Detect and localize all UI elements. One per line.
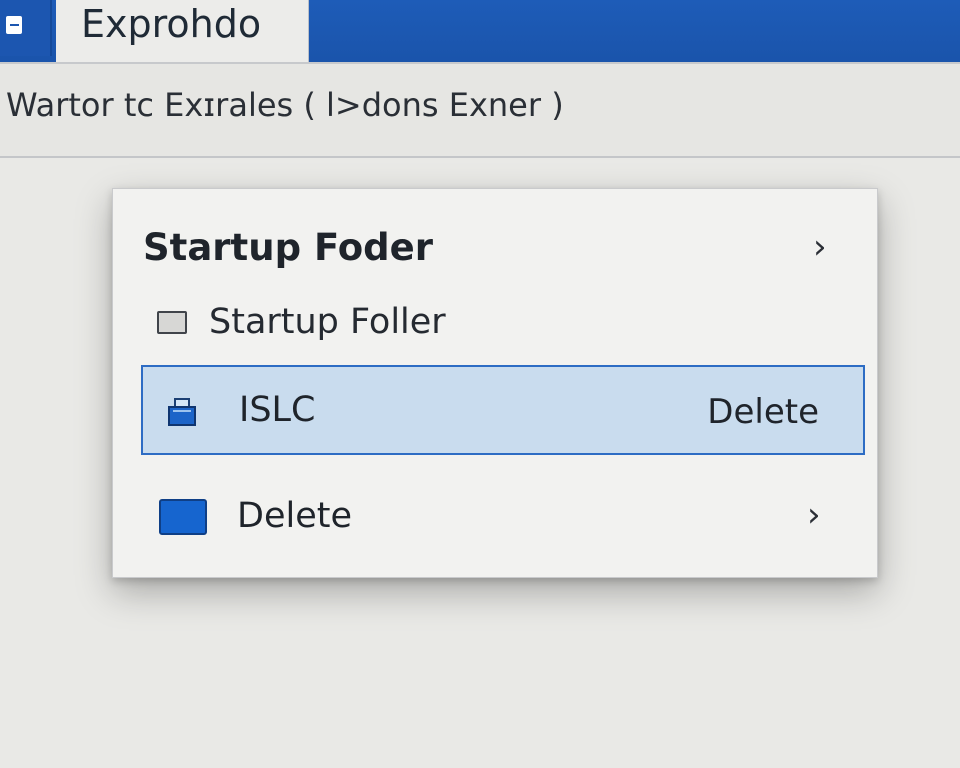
app-menu-icon xyxy=(6,16,22,34)
menu-item-startup-folder[interactable]: Startup Foller xyxy=(113,293,877,351)
menu-item-label: ISLC xyxy=(239,390,316,430)
chevron-right-icon: › xyxy=(813,227,827,267)
app-icon xyxy=(168,398,196,426)
menu-item-shortcut: Delete xyxy=(707,392,819,432)
context-menu: Startup Foder › Startup Foller ISLC Dele… xyxy=(112,188,878,578)
menu-header-label: Startup Foder xyxy=(143,226,433,269)
blue-square-icon xyxy=(159,499,207,535)
menu-item-islc[interactable]: ISLC Delete xyxy=(141,365,865,455)
menu-item-delete[interactable]: Delete › xyxy=(113,489,877,553)
tab-explorer[interactable]: Exprohdo xyxy=(56,0,309,62)
address-path: Wartor tc Exɪrales ( l>dons Exner ) xyxy=(6,86,564,124)
menu-header-startup-folder[interactable]: Startup Foder › xyxy=(113,219,877,279)
tab-label: Exprohdo xyxy=(81,2,262,46)
title-bar: Exprohdo xyxy=(0,0,960,62)
app-menu-button[interactable] xyxy=(0,0,52,56)
chevron-right-icon: › xyxy=(807,495,821,535)
address-bar[interactable]: Wartor tc Exɪrales ( l>dons Exner ) xyxy=(0,62,960,158)
menu-item-label: Startup Foller xyxy=(209,302,446,342)
folder-icon xyxy=(157,311,187,334)
menu-item-label: Delete xyxy=(237,496,352,536)
